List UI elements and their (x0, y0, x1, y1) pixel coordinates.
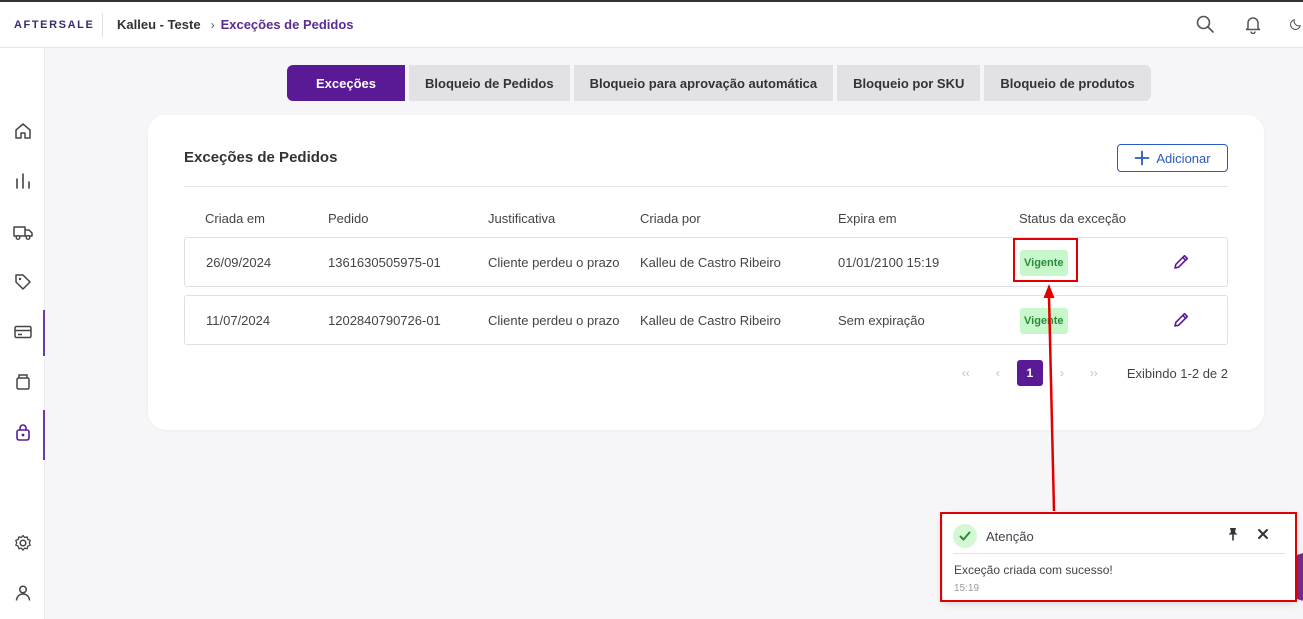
sidebar (0, 48, 45, 619)
tab-bloqueio-pedidos[interactable]: Bloqueio de Pedidos (409, 65, 570, 101)
status-badge: Vigente (1020, 308, 1068, 334)
exceptions-card: Exceções de Pedidos Adicionar Criada em … (148, 115, 1264, 430)
pagination-info: Exibindo 1-2 de 2 (1126, 365, 1228, 381)
cell-expires: Sem expiração (838, 313, 925, 328)
brand-logo[interactable]: AFTERSALE (14, 19, 102, 31)
cell-reason: Cliente perdeu o prazo (488, 255, 620, 270)
user-icon[interactable] (11, 581, 35, 605)
sidebar-section-indicator (43, 310, 45, 356)
tab-bloqueio-aprovacao-automatica[interactable]: Bloqueio para aprovação automática (573, 65, 834, 101)
top-bar: AFTERSALE Kalleu - Teste › Exceções de P… (0, 0, 1303, 48)
pagination-last-button[interactable]: ›› (1081, 360, 1107, 386)
divider (102, 12, 103, 37)
cell-created-by: Kalleu de Castro Ribeiro (640, 255, 781, 270)
tab-bloqueio-produtos[interactable]: Bloqueio de produtos (984, 65, 1151, 101)
cell-order: 1202840790726-01 (328, 313, 441, 328)
breadcrumb-store[interactable]: Kalleu - Teste (117, 17, 201, 32)
cell-created-by: Kalleu de Castro Ribeiro (640, 313, 781, 328)
add-button-label: Adicionar (1156, 150, 1211, 166)
tab-bar: Exceções Bloqueio de Pedidos Bloqueio pa… (287, 65, 1151, 101)
column-header-criada-por[interactable]: Criada por (640, 211, 701, 226)
edit-pencil-icon[interactable] (1172, 311, 1192, 331)
pagination-page-1[interactable]: 1 (1016, 360, 1043, 386)
home-icon[interactable] (11, 119, 35, 143)
column-header-criada-em[interactable]: Criada em (205, 211, 265, 226)
lock-bag-icon[interactable] (11, 421, 35, 445)
breadcrumb-separator: › (210, 17, 215, 32)
cell-expires: 01/01/2100 15:19 (838, 255, 940, 270)
tab-bloqueio-sku[interactable]: Bloqueio por SKU (837, 65, 981, 101)
cell-created: 26/09/2024 (206, 255, 272, 270)
pagination-next-button[interactable]: › (1049, 360, 1075, 386)
sidebar-active-indicator (43, 410, 45, 460)
annotation-highlight-box (940, 512, 1297, 602)
pagination-prev-button[interactable]: ‹ (985, 360, 1011, 386)
box-icon[interactable] (11, 370, 35, 394)
add-button[interactable]: Adicionar (1117, 144, 1228, 172)
cell-order: 1361630505975-01 (328, 255, 441, 270)
search-icon[interactable] (1193, 12, 1217, 36)
table-row[interactable]: 11/07/2024 1202840790726-01 Cliente perd… (184, 295, 1228, 345)
cell-reason: Cliente perdeu o prazo (488, 313, 620, 328)
cell-created: 11/07/2024 (206, 313, 271, 328)
annotation-highlight-box (1013, 238, 1078, 282)
column-header-expira-em[interactable]: Expira em (838, 211, 897, 226)
pagination: ‹‹ ‹ 1 › ›› Exibindo 1-2 de 2 (947, 360, 1228, 386)
settings-icon[interactable] (11, 531, 35, 555)
moon-icon[interactable] (1289, 12, 1303, 36)
breadcrumb-current-page: Exceções de Pedidos (220, 17, 354, 32)
bell-icon[interactable] (1241, 12, 1265, 36)
tag-icon[interactable] (11, 270, 35, 294)
divider (184, 186, 1228, 187)
column-header-status[interactable]: Status da exceção (1019, 211, 1126, 226)
edit-pencil-icon[interactable] (1172, 253, 1192, 273)
truck-icon[interactable] (11, 220, 35, 244)
column-header-pedido[interactable]: Pedido (328, 211, 368, 226)
card-title: Exceções de Pedidos (184, 149, 338, 166)
column-header-justificativa[interactable]: Justificativa (488, 211, 555, 226)
tab-excecoes[interactable]: Exceções (287, 65, 405, 101)
pagination-first-button[interactable]: ‹‹ (953, 360, 979, 386)
credit-card-icon[interactable] (11, 320, 35, 344)
plus-icon (1134, 150, 1150, 166)
table-header: Criada em Pedido Justificativa Criada po… (184, 211, 1228, 227)
bar-chart-icon[interactable] (11, 169, 35, 193)
